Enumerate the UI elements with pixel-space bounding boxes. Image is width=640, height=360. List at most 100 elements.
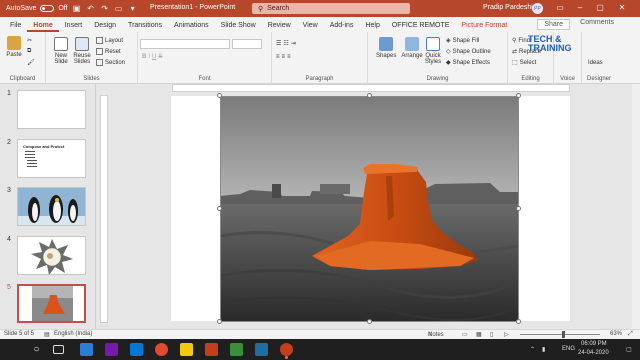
tab-insert[interactable]: Insert [59, 22, 89, 32]
slide-thumbnail-1[interactable] [17, 90, 86, 129]
redo-icon[interactable]: ↷ [100, 4, 110, 13]
tab-animations[interactable]: Animations [168, 22, 215, 32]
shape-effects-button[interactable]: ◆ Shape Effects [446, 59, 490, 67]
notifications-icon[interactable]: ▢ [626, 346, 632, 353]
design-ideas-label[interactable]: Ideas [588, 60, 603, 66]
bold-icon[interactable]: B [142, 54, 146, 60]
save-icon[interactable]: ▣ [72, 4, 82, 13]
bullets-icon[interactable]: ☰ [276, 40, 281, 47]
zoom-slider[interactable] [520, 334, 600, 335]
tab-design[interactable]: Design [88, 22, 122, 32]
select-button[interactable]: ⬚ Select [512, 59, 536, 67]
paste-button[interactable]: Paste [5, 36, 23, 58]
file-explorer-icon[interactable] [180, 343, 193, 356]
app-icon[interactable] [230, 343, 243, 356]
reset-button[interactable]: Reset [96, 48, 121, 55]
copy-icon[interactable]: ⧉ [27, 48, 31, 55]
tab-transitions[interactable]: Transitions [122, 22, 168, 32]
fit-slide-icon[interactable]: ⤢ [628, 331, 633, 338]
clock-date[interactable]: 24-04-2020 [578, 350, 609, 356]
tab-picture-format[interactable]: Picture Format [455, 22, 513, 32]
font-size-select[interactable] [232, 39, 262, 49]
minimize-icon[interactable]: – [574, 3, 586, 12]
indent-icon[interactable]: ⇥ [291, 40, 296, 47]
resize-handle-nw[interactable] [217, 93, 222, 98]
spellcheck-icon[interactable]: ▤ [44, 331, 50, 338]
tab-add-ins[interactable]: Add-ins [324, 22, 360, 32]
slideshow-view-icon[interactable]: ▷ [504, 331, 509, 338]
zoom-slider-thumb[interactable] [562, 331, 565, 338]
zoom-level[interactable]: 63% [610, 331, 622, 337]
tab-office-remote[interactable]: OFFICE REMOTE [386, 22, 456, 32]
comments-button[interactable]: Comments [580, 19, 614, 26]
slide-thumbnail-5[interactable] [17, 284, 86, 323]
search-box[interactable]: ⚲ Search [252, 3, 410, 14]
network-icon[interactable]: ▮ [542, 346, 545, 353]
vertical-scrollbar[interactable] [632, 84, 640, 329]
task-view-icon[interactable] [53, 345, 64, 354]
resize-handle-se[interactable] [516, 319, 521, 324]
resize-handle-ne[interactable] [516, 93, 521, 98]
format-painter-icon[interactable]: 🖌 [27, 59, 35, 66]
undo-icon[interactable]: ↶ [86, 4, 96, 13]
powerpoint-pdf-icon[interactable] [205, 343, 218, 356]
resize-handle-sw[interactable] [217, 319, 222, 324]
align-right-icon[interactable]: ≡ [287, 54, 291, 60]
reading-view-icon[interactable]: ▯ [490, 331, 493, 338]
section-button[interactable]: Section [96, 59, 125, 66]
resize-handle-e[interactable] [516, 206, 521, 211]
share-button[interactable]: Share [537, 19, 570, 30]
tab-slide-show[interactable]: Slide Show [215, 22, 262, 32]
cut-icon[interactable]: ✂ [27, 37, 32, 44]
ribbon-display-icon[interactable]: ▭ [554, 3, 566, 12]
new-slide-button[interactable]: New Slide [52, 37, 70, 65]
italic-icon[interactable]: I [148, 54, 150, 60]
resize-handle-n[interactable] [367, 93, 372, 98]
shape-outline-button[interactable]: ◇ Shape Outline [446, 48, 491, 56]
resize-handle-s[interactable] [367, 319, 372, 324]
onenote-icon[interactable] [105, 343, 118, 356]
align-center-icon[interactable]: ≡ [282, 54, 286, 60]
tab-file[interactable]: File [4, 22, 27, 32]
language-indicator[interactable]: English (India) [54, 331, 92, 337]
autosave-toggle[interactable] [40, 5, 55, 12]
avatar[interactable]: PP [532, 3, 543, 14]
slide-sorter-icon[interactable]: ▦ [476, 331, 482, 338]
reuse-slides-button[interactable]: Reuse Slides [73, 37, 91, 65]
slide-thumbnail-3[interactable] [17, 187, 86, 226]
underline-icon[interactable]: U [152, 54, 156, 60]
layout-button[interactable]: Layout [96, 37, 123, 44]
app-icon-2[interactable] [255, 343, 268, 356]
customize-qat-icon[interactable]: ▾ [128, 4, 138, 13]
quick-styles-button[interactable]: Quick Styles [424, 37, 442, 65]
maximize-icon[interactable]: ▢ [594, 3, 606, 12]
font-name-select[interactable] [140, 39, 230, 49]
shape-fill-button[interactable]: ◈ Shape Fill [446, 37, 479, 45]
outlook-icon[interactable] [130, 343, 143, 356]
close-icon[interactable]: ✕ [616, 3, 628, 12]
search-taskbar-icon[interactable]: ○ [30, 343, 43, 356]
butte-picture[interactable] [220, 96, 519, 322]
resize-handle-w[interactable] [217, 206, 222, 211]
strikethrough-icon[interactable]: S [158, 54, 162, 60]
language-indicator-taskbar[interactable]: ENG [562, 346, 575, 352]
present-icon[interactable]: ▭ [114, 4, 124, 13]
word-icon[interactable] [80, 343, 93, 356]
clock-time[interactable]: 06:09 PM [581, 341, 607, 347]
slide-thumbnail-2[interactable]: Compose and Protect [17, 139, 86, 178]
shapes-button[interactable]: Shapes [376, 37, 396, 59]
user-name[interactable]: Pradip Pardeshi [483, 4, 533, 11]
tab-home[interactable]: Home [27, 22, 59, 32]
chrome-icon[interactable] [155, 343, 168, 356]
layout-label: Layout [105, 37, 124, 44]
tray-chevron-icon[interactable]: ⌃ [530, 346, 535, 353]
normal-view-icon[interactable]: ▭ [462, 331, 468, 338]
slide-thumbnail-4[interactable] [17, 236, 86, 275]
align-left-icon[interactable]: ≡ [276, 54, 280, 60]
tab-review[interactable]: Review [262, 22, 297, 32]
numbering-icon[interactable]: ☷ [283, 40, 288, 47]
tab-view[interactable]: View [297, 22, 324, 32]
arrange-button[interactable]: Arrange [400, 37, 424, 59]
powerpoint-icon[interactable] [280, 343, 293, 356]
tab-help[interactable]: Help [359, 22, 385, 32]
